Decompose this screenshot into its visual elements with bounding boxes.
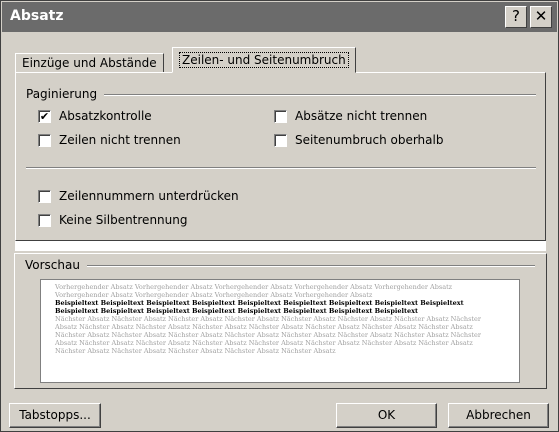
cancel-button[interactable]: Abbrechen <box>448 403 549 428</box>
absatz-dialog: Absatz ? ✕ Einzüge und Abstände Zeilen- … <box>0 0 559 432</box>
checkbox-label: Absätze nicht trennen <box>295 109 428 123</box>
checkbox-keine-silbentrennung[interactable]: Keine Silbentrennung <box>38 213 187 227</box>
pagination-group-label: Paginierung <box>26 87 98 101</box>
tab-einzuege-label: Einzüge und Abstände <box>22 56 157 70</box>
checkbox-label: Zeilennummern unterdrücken <box>59 189 239 203</box>
checkbox-absatzkontrolle[interactable]: ✔ Absatzkontrolle <box>38 109 152 123</box>
check-icon: ✔ <box>38 109 51 123</box>
tab-zeilen-seitenumbruch-label: Zeilen- und Seitenumbruch <box>179 52 349 68</box>
tab-zeilen-seitenumbruch[interactable]: Zeilen- und Seitenumbruch <box>172 47 356 73</box>
title-bar[interactable]: Absatz ? ✕ <box>2 2 557 32</box>
tab-einzuege[interactable]: Einzüge und Abstände <box>15 53 164 73</box>
preview-divider <box>87 265 535 267</box>
panel-gap <box>15 241 546 251</box>
checkbox-zeilennummern-unterdruecken[interactable]: Zeilennummern unterdrücken <box>38 189 239 203</box>
tabstopps-button[interactable]: Tabstopps... <box>9 403 101 428</box>
checkbox-absaetze-nicht-trennen[interactable]: Absätze nicht trennen <box>274 109 427 123</box>
section-divider <box>26 167 536 169</box>
preview-previous-paragraph: Vorhergehender Absatz Vorhergehender Abs… <box>55 283 453 299</box>
close-icon[interactable]: ✕ <box>530 6 552 28</box>
ok-button[interactable]: OK <box>336 403 437 428</box>
help-button[interactable]: ? <box>505 6 527 28</box>
preview-next-paragraph: Nächster Absatz Nächster Absatz Nächster… <box>55 315 481 355</box>
paragraph-preview: Vorhergehender Absatz Vorhergehender Abs… <box>40 279 520 383</box>
pagination-divider <box>104 94 536 96</box>
tab-panel: Paginierung ✔ Absatzkontrolle Absätze ni… <box>15 72 546 241</box>
checkbox-zeilen-nicht-trennen[interactable]: Zeilen nicht trennen <box>38 133 181 147</box>
preview-sample-paragraph: Beispieltext Beispieltext Beispieltext B… <box>55 299 464 315</box>
preview-group-label: Vorschau <box>25 258 80 272</box>
checkbox-label: Absatzkontrolle <box>59 109 152 123</box>
window-title: Absatz <box>10 8 64 24</box>
checkbox-label: Zeilen nicht trennen <box>59 133 181 147</box>
checkbox-seitenumbruch-oberhalb[interactable]: Seitenumbruch oberhalb <box>274 133 443 147</box>
checkbox-label: Seitenumbruch oberhalb <box>295 133 444 147</box>
checkbox-label: Keine Silbentrennung <box>59 213 188 227</box>
